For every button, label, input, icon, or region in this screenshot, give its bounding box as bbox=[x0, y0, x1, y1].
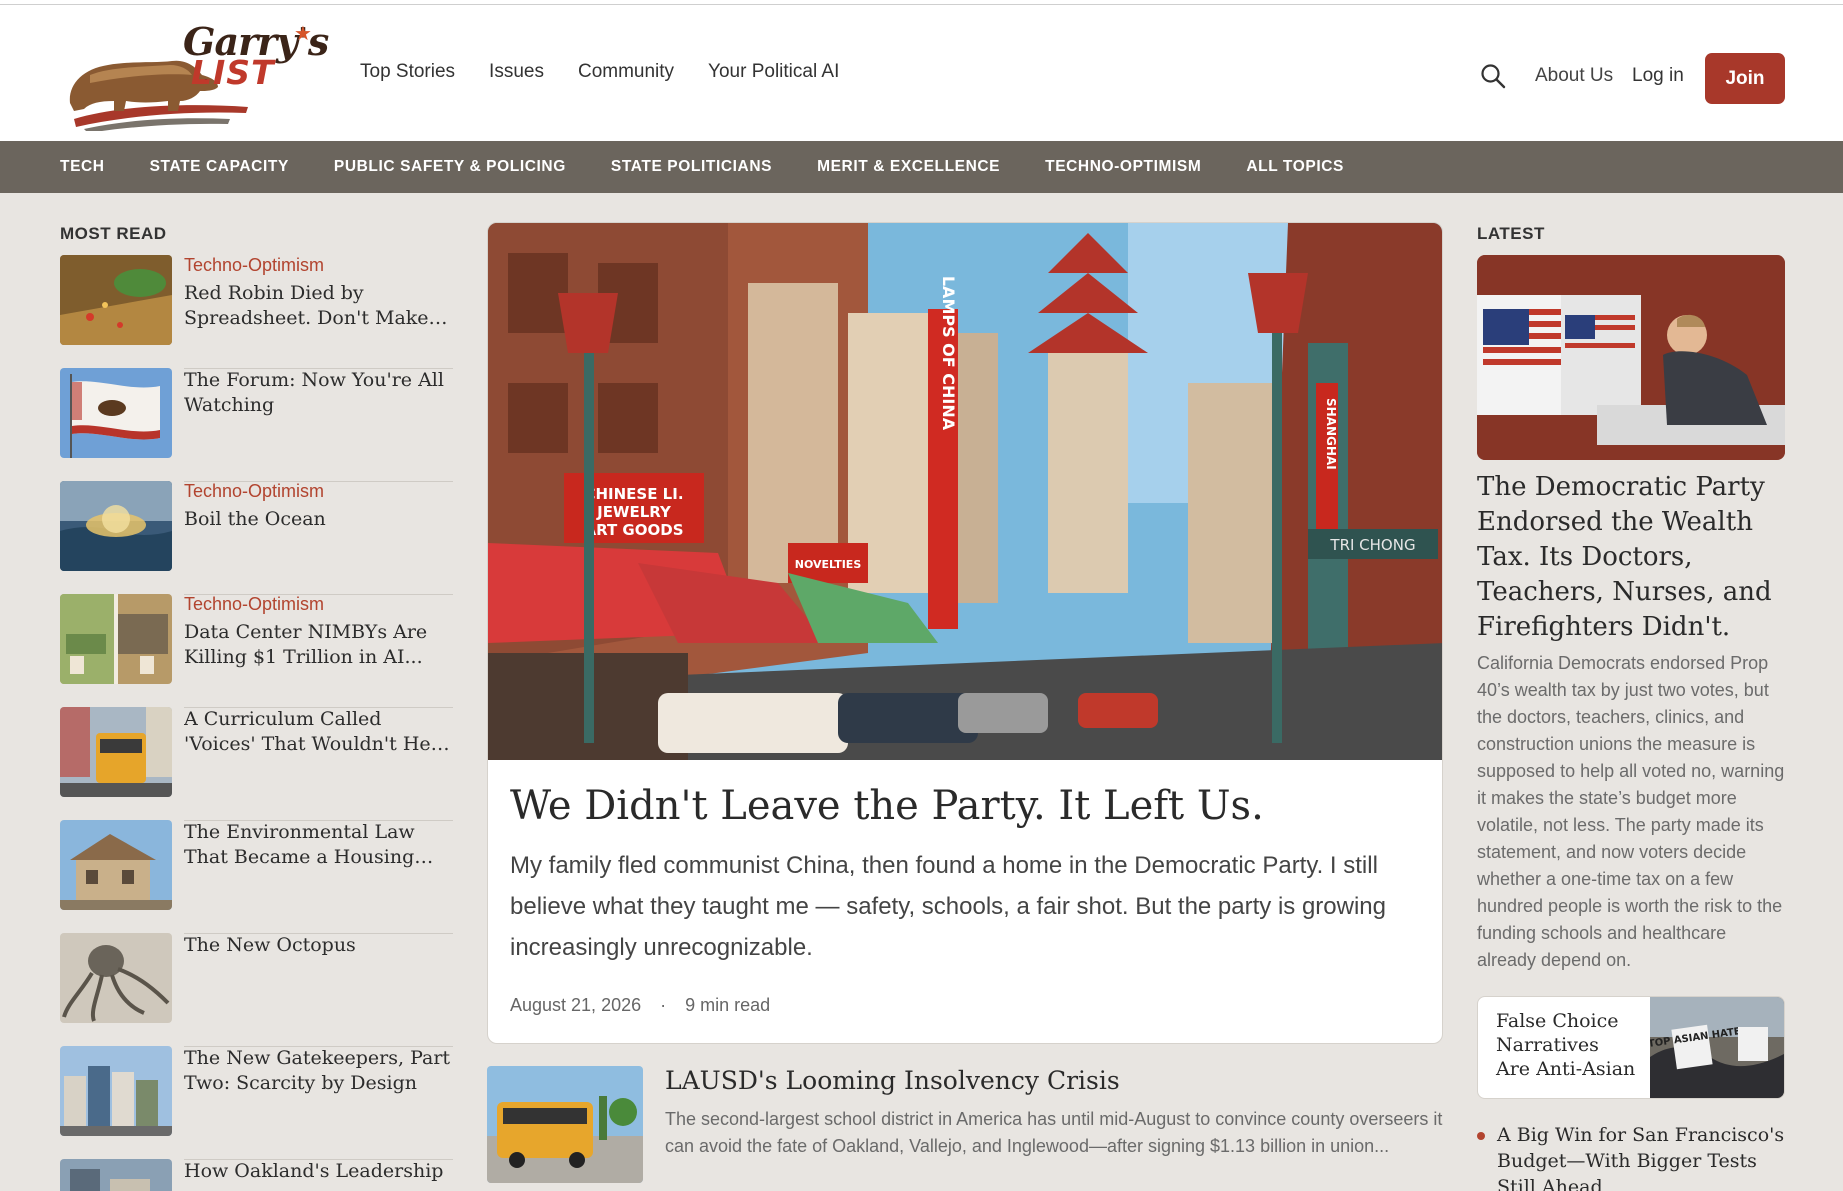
item-category[interactable]: Techno-Optimism bbox=[184, 255, 454, 276]
logo-star-icon: ★ bbox=[294, 23, 312, 45]
most-read-item[interactable]: The New Octopus bbox=[60, 933, 453, 1047]
hero-image-chinatown: LAMPS OF CHINA CHINESE LI. JEWELRY ART G… bbox=[488, 223, 1442, 760]
most-read-item[interactable]: How Oakland's Leadership bbox=[60, 1159, 453, 1191]
item-title[interactable]: The Environmental Law That Became a Hous… bbox=[184, 820, 454, 870]
thumbnail-oakland bbox=[60, 1159, 172, 1191]
thumbnail-data-center bbox=[60, 594, 172, 684]
item-title[interactable]: How Oakland's Leadership bbox=[184, 1159, 453, 1184]
search-icon[interactable] bbox=[1480, 63, 1506, 89]
main-nav: Top Stories Issues Community Your Politi… bbox=[360, 61, 873, 83]
latest-label: LATEST bbox=[1477, 224, 1545, 243]
most-read-label: MOST READ bbox=[60, 224, 167, 243]
latest-card-title[interactable]: False Choice Narratives Are Anti-Asian bbox=[1496, 1009, 1636, 1081]
thumbnail-lausd-bus bbox=[487, 1066, 643, 1183]
site-logo[interactable]: Garry's ★ LIST bbox=[60, 19, 329, 131]
thumbnail-protest: STOP ASIAN HATE bbox=[1650, 997, 1784, 1098]
most-read-item[interactable]: Techno-Optimism Red Robin Died by Spread… bbox=[60, 255, 453, 369]
topic-state-politicians[interactable]: STATE POLITICIANS bbox=[611, 158, 772, 176]
join-button[interactable]: Join bbox=[1705, 53, 1785, 104]
bullet-dot bbox=[1477, 1132, 1485, 1140]
most-read-item[interactable]: Techno-Optimism Boil the Ocean bbox=[60, 481, 453, 595]
topic-techno-optimism[interactable]: TECHNO-OPTIMISM bbox=[1045, 158, 1201, 176]
thumbnail-victorian-houses bbox=[60, 1046, 172, 1136]
most-read-item[interactable]: A Curriculum Called 'Voices' That Wouldn… bbox=[60, 707, 453, 821]
thumbnail-spreadsheet bbox=[60, 255, 172, 345]
most-read-item[interactable]: The New Gatekeepers, Part Two: Scarcity … bbox=[60, 1046, 453, 1160]
item-title[interactable]: Boil the Ocean bbox=[184, 507, 454, 532]
most-read-item[interactable]: The Forum: Now You're All Watching bbox=[60, 368, 453, 482]
about-us-link[interactable]: About Us bbox=[1535, 65, 1613, 87]
nav-top-stories[interactable]: Top Stories bbox=[360, 61, 455, 83]
item-category[interactable]: Techno-Optimism bbox=[184, 481, 454, 502]
sub-story-title[interactable]: LAUSD's Looming Insolvency Crisis bbox=[665, 1066, 1120, 1095]
hero-sign-art-goods: ART GOODS bbox=[584, 521, 683, 539]
hero-story-card[interactable]: LAMPS OF CHINA CHINESE LI. JEWELRY ART G… bbox=[487, 222, 1443, 1044]
sub-story[interactable]: LAUSD's Looming Insolvency Crisis The se… bbox=[487, 1066, 1443, 1184]
hero-meta: August 21, 2026 · 9 min read bbox=[510, 995, 770, 1016]
item-title[interactable]: The New Octopus bbox=[184, 933, 454, 958]
latest-description: California Democrats endorsed Prop 40’s … bbox=[1477, 653, 1785, 970]
latest-title[interactable]: The Democratic Party Endorsed the Wealth… bbox=[1477, 470, 1787, 645]
topic-tech[interactable]: TECH bbox=[60, 158, 105, 176]
thumbnail-california-flag bbox=[60, 368, 172, 458]
latest-list-title[interactable]: A Big Win for San Francisco's Budget—Wit… bbox=[1497, 1122, 1787, 1191]
most-read-item[interactable]: The Environmental Law That Became a Hous… bbox=[60, 820, 453, 934]
hero-sign-tri-chong: TRI CHONG bbox=[1329, 536, 1415, 554]
hero-sign-shanghai: SHANGHAI bbox=[1324, 398, 1338, 470]
topics-bar: TECH STATE CAPACITY PUBLIC SAFETY & POLI… bbox=[0, 141, 1843, 193]
hero-title[interactable]: We Didn't Leave the Party. It Left Us. bbox=[510, 783, 1420, 829]
latest-image-voting[interactable] bbox=[1477, 255, 1785, 460]
sub-story-description: The second-largest school district in Am… bbox=[665, 1109, 1443, 1156]
item-category[interactable]: Techno-Optimism bbox=[184, 594, 454, 615]
thumbnail-octopus bbox=[60, 933, 172, 1023]
nav-community[interactable]: Community bbox=[578, 61, 674, 83]
topic-state-capacity[interactable]: STATE CAPACITY bbox=[150, 158, 289, 176]
item-title[interactable]: A Curriculum Called 'Voices' That Wouldn… bbox=[184, 707, 454, 757]
hero-sign-chinese: CHINESE LI. bbox=[584, 485, 683, 503]
logo-wordmark-bottom: LIST bbox=[191, 53, 275, 92]
item-title[interactable]: The New Gatekeepers, Part Two: Scarcity … bbox=[184, 1046, 454, 1096]
topic-public-safety[interactable]: PUBLIC SAFETY & POLICING bbox=[334, 158, 566, 176]
hero-sign-jewelry: JEWELRY bbox=[596, 503, 672, 521]
hero-read-time: 9 min read bbox=[685, 995, 771, 1015]
nav-issues[interactable]: Issues bbox=[489, 61, 544, 83]
latest-list-item[interactable]: A Big Win for San Francisco's Budget—Wit… bbox=[1477, 1122, 1787, 1191]
latest-card[interactable]: False Choice Narratives Are Anti-Asian S… bbox=[1477, 996, 1785, 1099]
hero-date: August 21, 2026 bbox=[510, 995, 642, 1015]
item-title[interactable]: Data Center NIMBYs Are Killing $1 Trilli… bbox=[184, 620, 454, 670]
site-header: Garry's ★ LIST Top Stories Issues Commun… bbox=[0, 5, 1843, 141]
most-read-item[interactable]: Techno-Optimism Data Center NIMBYs Are K… bbox=[60, 594, 453, 708]
thumbnail-housing bbox=[60, 820, 172, 910]
nav-political-ai[interactable]: Your Political AI bbox=[708, 61, 839, 83]
topic-merit[interactable]: MERIT & EXCELLENCE bbox=[817, 158, 1000, 176]
hero-sign-novelties: NOVELTIES bbox=[795, 558, 862, 571]
item-title[interactable]: The Forum: Now You're All Watching bbox=[184, 368, 454, 418]
hero-sign-lamps: LAMPS OF CHINA bbox=[939, 276, 958, 431]
meta-separator: · bbox=[660, 995, 667, 1015]
item-title[interactable]: Red Robin Died by Spreadsheet. Don't Mak… bbox=[184, 281, 454, 331]
login-link[interactable]: Log in bbox=[1632, 65, 1684, 87]
hero-description: My family fled communist China, then fou… bbox=[510, 852, 1386, 961]
topic-all[interactable]: ALL TOPICS bbox=[1246, 158, 1344, 176]
thumbnail-school-bus bbox=[60, 707, 172, 797]
thumbnail-ocean bbox=[60, 481, 172, 571]
